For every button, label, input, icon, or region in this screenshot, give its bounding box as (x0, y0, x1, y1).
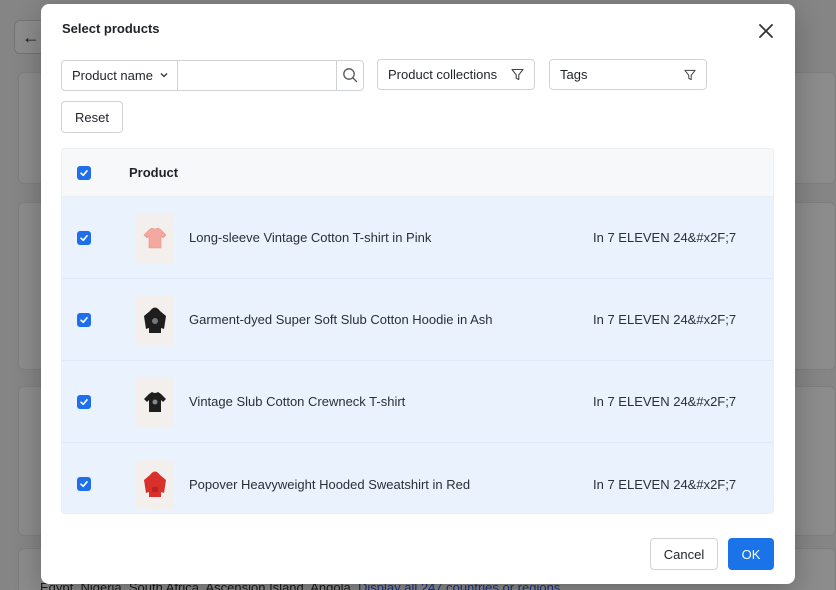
cancel-button[interactable]: Cancel (650, 538, 718, 570)
product-collection: In 7 ELEVEN 24&#x2F;7 (593, 394, 737, 409)
product-collections-label: Product collections (388, 67, 498, 82)
row-checkbox[interactable] (77, 230, 91, 245)
product-collection: In 7 ELEVEN 24&#x2F;7 (593, 312, 737, 327)
filter-icon (511, 68, 524, 81)
search-input[interactable] (178, 59, 336, 91)
dialog-footer: Cancel OK (650, 538, 774, 570)
checkmark-icon (80, 316, 88, 323)
product-name: Garment-dyed Super Soft Slub Cotton Hood… (189, 312, 493, 327)
product-name: Long-sleeve Vintage Cotton T-shirt in Pi… (189, 230, 432, 245)
table-header: Product (62, 149, 773, 197)
black-tshirt-image (144, 391, 166, 412)
row-checkbox[interactable] (77, 394, 91, 409)
close-icon (759, 24, 773, 38)
product-collection: In 7 ELEVEN 24&#x2F;7 (593, 476, 737, 492)
search-icon (343, 68, 358, 83)
row-checkbox[interactable] (77, 477, 91, 491)
table-row[interactable]: Garment-dyed Super Soft Slub Cotton Hood… (62, 279, 773, 361)
search-field-label: Product name (72, 67, 153, 83)
search-group: Product name (61, 59, 364, 91)
pink-tshirt-image (143, 227, 167, 248)
product-name: Vintage Slub Cotton Crewneck T-shirt (189, 394, 406, 409)
product-name: Popover Heavyweight Hooded Sweatshirt in… (189, 476, 471, 492)
table-row[interactable]: Long-sleeve Vintage Cotton T-shirt in Pi… (62, 197, 773, 279)
product-table: Product Long-sleeve Vintage Cotton T-shi… (61, 148, 774, 514)
filter-icon (684, 69, 696, 80)
row-checkbox[interactable] (77, 312, 91, 327)
table-row[interactable]: Vintage Slub Cotton Crewneck T-shirt In … (62, 361, 773, 443)
tags-label: Tags (560, 67, 588, 82)
checkmark-icon (80, 481, 88, 488)
select-all-checkbox[interactable] (77, 165, 91, 180)
search-field-select[interactable]: Product name (61, 59, 178, 91)
red-hoodie-image (144, 471, 166, 497)
product-thumbnail (136, 212, 174, 263)
product-thumbnail (136, 294, 174, 345)
product-thumbnail (136, 459, 174, 509)
dialog-title: Select products (62, 21, 160, 36)
close-button[interactable] (755, 20, 777, 42)
checkmark-icon (80, 398, 88, 405)
chevron-down-icon (160, 73, 168, 78)
table-row[interactable]: Popover Heavyweight Hooded Sweatshirt in… (62, 443, 773, 513)
reset-button[interactable]: Reset (61, 101, 123, 133)
checkmark-icon (80, 169, 88, 176)
checkmark-icon (80, 234, 88, 241)
product-column-header: Product (129, 165, 179, 180)
product-thumbnail (136, 376, 174, 427)
black-hoodie-image (144, 307, 166, 333)
ok-button[interactable]: OK (728, 538, 774, 570)
select-products-dialog: Select products Product name Product col… (41, 4, 795, 584)
product-collection: In 7 ELEVEN 24&#x2F;7 (593, 230, 737, 245)
search-button[interactable] (336, 59, 364, 91)
tags-filter[interactable]: Tags (549, 59, 707, 90)
product-collections-filter[interactable]: Product collections (377, 59, 535, 90)
